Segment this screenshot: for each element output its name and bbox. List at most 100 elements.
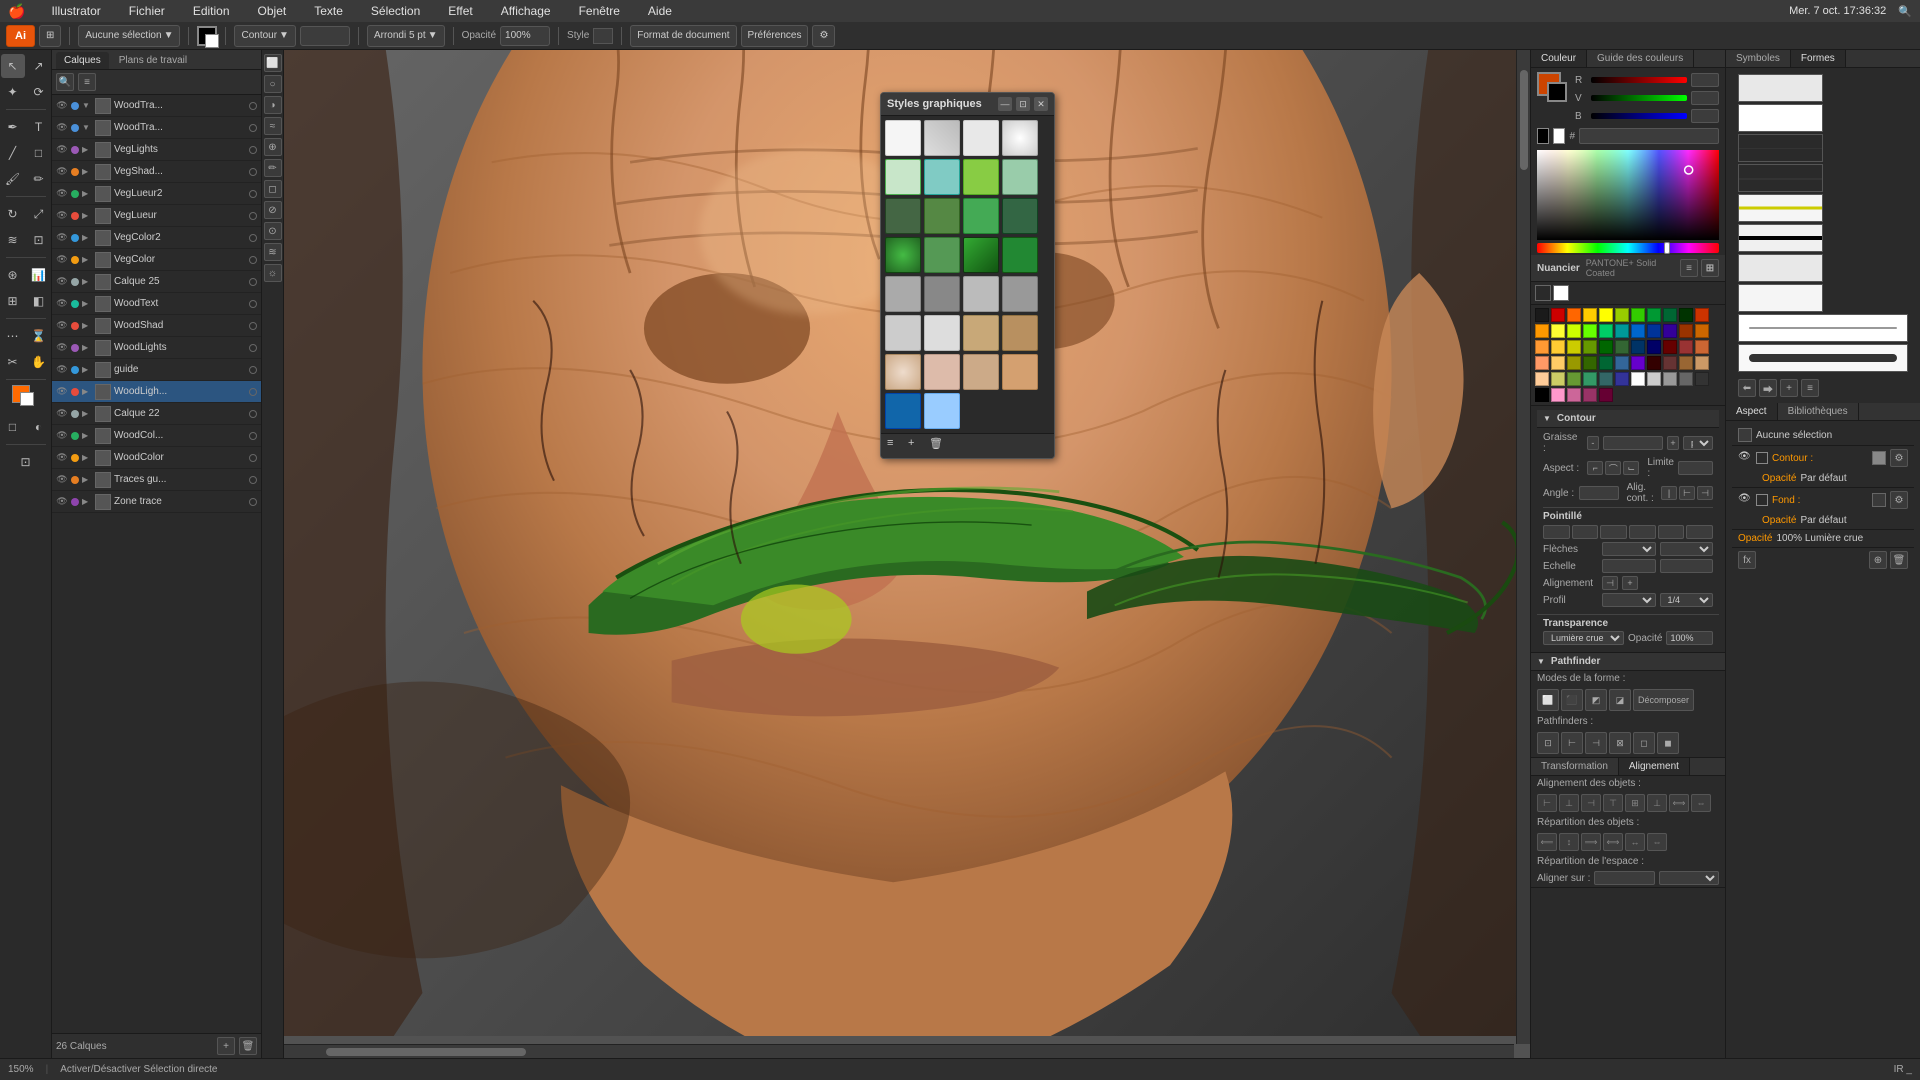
color-swatch[interactable]: [1599, 372, 1613, 386]
layer-visibility-16[interactable]: 👁: [56, 452, 68, 464]
layer-lock-9[interactable]: [234, 298, 246, 310]
layer-visibility-1[interactable]: 👁: [56, 122, 68, 134]
brush-heal-btn[interactable]: ⊙: [264, 222, 282, 240]
layer-item[interactable]: 👁 ▶ VegLueur2: [52, 183, 261, 205]
layer-visibility-14[interactable]: 👁: [56, 408, 68, 420]
color-spectrum-area[interactable]: [1531, 148, 1725, 255]
layer-lock-2[interactable]: [234, 144, 246, 156]
formes-prev-btn[interactable]: ⬅: [1738, 379, 1756, 397]
layers-find-btn[interactable]: 🔍: [56, 73, 74, 91]
stroke-style-6[interactable]: [1738, 224, 1823, 252]
style-swatch[interactable]: [593, 28, 613, 44]
formes-add-btn[interactable]: +: [1780, 379, 1798, 397]
color-swatch[interactable]: [1663, 324, 1677, 338]
color-swatch[interactable]: [1551, 356, 1565, 370]
graphic-style-swatch[interactable]: [963, 159, 999, 195]
graphic-style-swatch[interactable]: [924, 120, 960, 156]
layer-expand-12[interactable]: ▶: [82, 365, 92, 374]
menu-effet[interactable]: Effet: [442, 2, 478, 20]
limite-input[interactable]: [1678, 461, 1713, 475]
graphic-style-swatch[interactable]: [924, 237, 960, 273]
layer-lock-5[interactable]: [234, 210, 246, 222]
stroke-style-7[interactable]: [1738, 254, 1823, 282]
color-swatch[interactable]: [1679, 340, 1693, 354]
contour-btn[interactable]: Contour ▼: [234, 25, 295, 47]
brush-clone-btn[interactable]: ⊘: [264, 201, 282, 219]
align-center-h-btn[interactable]: ⊥: [1559, 794, 1579, 812]
layer-lock-13[interactable]: [234, 386, 246, 398]
rect-tool[interactable]: □: [27, 141, 51, 165]
pathfinder-collapse-btn[interactable]: ▼: [1537, 657, 1545, 666]
layer-lock-17[interactable]: [234, 474, 246, 486]
color-swatch[interactable]: [1535, 388, 1549, 402]
menu-selection[interactable]: Sélection: [365, 2, 426, 20]
selection-label-btn[interactable]: Aucune sélection ▼: [78, 25, 180, 47]
layer-lock-14[interactable]: [234, 408, 246, 420]
color-swatch[interactable]: [1631, 356, 1645, 370]
graphic-style-swatch[interactable]: [963, 354, 999, 390]
workspace-btn[interactable]: ⊞: [39, 25, 61, 47]
symbol-sprayer-tool[interactable]: ⊛: [1, 263, 25, 287]
layers-list[interactable]: 👁 ▼ WoodTra... 👁 ▼ WoodTra... 👁 ▶ VegLig…: [52, 95, 261, 1033]
graphic-style-swatch[interactable]: [924, 198, 960, 234]
align-center-v-btn[interactable]: ⊞: [1625, 794, 1645, 812]
color-swatch[interactable]: [1583, 388, 1597, 402]
graphic-style-swatch[interactable]: [885, 276, 921, 312]
color-swatch[interactable]: [1583, 356, 1597, 370]
color-swatch[interactable]: [1615, 308, 1629, 322]
color-swatch[interactable]: [1567, 372, 1581, 386]
color-swatch[interactable]: [1599, 340, 1613, 354]
contour-color-swatch[interactable]: [1872, 451, 1886, 465]
layer-visibility-11[interactable]: 👁: [56, 342, 68, 354]
layer-expand-17[interactable]: ▶: [82, 475, 92, 484]
layer-item[interactable]: 👁 ▶ WoodLights: [52, 337, 261, 359]
color-swatch[interactable]: [1647, 308, 1661, 322]
graphic-style-swatch[interactable]: [885, 315, 921, 351]
stroke-style-wide-2[interactable]: [1738, 344, 1908, 372]
align-center-btn[interactable]: |: [1661, 486, 1677, 500]
aspect-duplicate-btn[interactable]: ⊕: [1869, 551, 1887, 569]
fond-options-btn[interactable]: ⚙: [1890, 491, 1908, 509]
bibliotheques-tab[interactable]: Bibliothèques: [1778, 403, 1859, 420]
layer-visibility-18[interactable]: 👁: [56, 496, 68, 508]
color-swatch[interactable]: [1535, 372, 1549, 386]
layer-item[interactable]: 👁 ▶ VegLights: [52, 139, 261, 161]
layer-expand-18[interactable]: ▶: [82, 497, 92, 506]
color-swatch[interactable]: [1599, 356, 1613, 370]
color-swatch[interactable]: [1615, 356, 1629, 370]
app-icon-btn[interactable]: Ai: [6, 25, 35, 47]
color-swatch[interactable]: [1663, 308, 1677, 322]
color-swatch[interactable]: [1567, 356, 1581, 370]
espace-input-align[interactable]: [1594, 871, 1654, 885]
type-tool[interactable]: T: [27, 115, 51, 139]
layer-item[interactable]: 👁 ▶ Traces gu...: [52, 469, 261, 491]
graphic-style-swatch[interactable]: [885, 354, 921, 390]
gs-swatches-grid[interactable]: [881, 116, 1054, 433]
angle-input[interactable]: [1579, 486, 1619, 500]
exclude-btn[interactable]: ◪: [1609, 689, 1631, 711]
align-bottom-btn[interactable]: ⊥: [1647, 794, 1667, 812]
magic-wand-tool[interactable]: ✦: [1, 80, 25, 104]
aspect-visibility-btn[interactable]: 👁: [1738, 451, 1752, 465]
gs-minimize-btn[interactable]: —: [998, 97, 1012, 111]
hand-tool[interactable]: ✋: [27, 350, 51, 374]
layer-visibility-0[interactable]: 👁: [56, 100, 68, 112]
selection-tool[interactable]: ↖: [1, 54, 25, 78]
color-swatch[interactable]: [1615, 372, 1629, 386]
tiret-input-3[interactable]: [1658, 525, 1685, 539]
graphic-style-swatch[interactable]: [963, 120, 999, 156]
echelle-input-1[interactable]: [1602, 559, 1656, 573]
layer-item[interactable]: 👁 ▶ WoodText: [52, 293, 261, 315]
color-swatch[interactable]: [1647, 324, 1661, 338]
eyedropper-tool[interactable]: ⌛: [27, 324, 51, 348]
paintbrush-tool[interactable]: 🖌: [1, 167, 25, 191]
color-swatch[interactable]: [1567, 324, 1581, 338]
graisse-minus-btn[interactable]: -: [1587, 436, 1599, 450]
profil-ratio-select[interactable]: 1/4: [1660, 593, 1714, 607]
layer-visibility-17[interactable]: 👁: [56, 474, 68, 486]
layer-expand-7[interactable]: ▶: [82, 255, 92, 264]
bg-small-swatch[interactable]: [1553, 128, 1565, 144]
brush-erase-btn[interactable]: ◻: [264, 180, 282, 198]
b-slider[interactable]: [1591, 113, 1687, 119]
aspect-contour-toggle[interactable]: [1756, 452, 1768, 464]
